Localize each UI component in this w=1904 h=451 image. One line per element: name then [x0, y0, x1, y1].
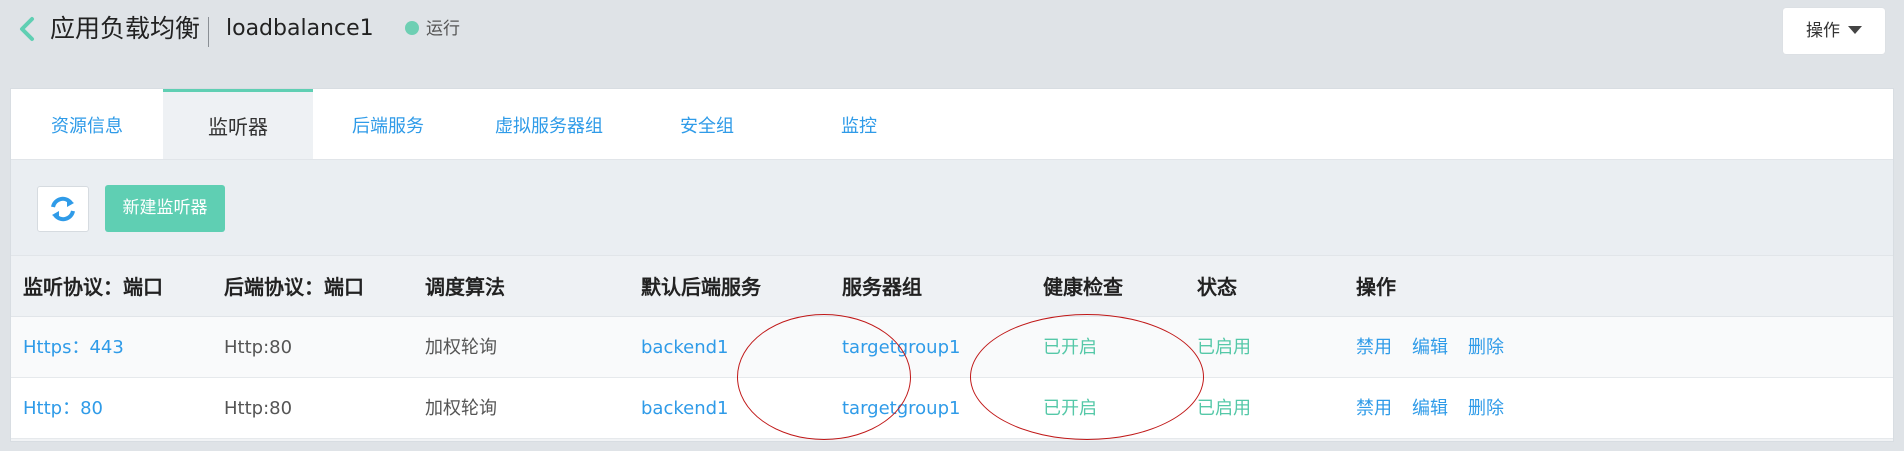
backend-protocol: Http:80 — [224, 398, 293, 419]
column-server-group: 服务器组 — [842, 275, 922, 299]
tab-backend-services[interactable]: 后端服务 — [313, 89, 463, 159]
refresh-button[interactable] — [37, 186, 89, 232]
table-row: Http：80 Http:80 加权轮询 backend1 targetgrou… — [11, 378, 1893, 439]
tab-listeners[interactable]: 监听器 — [163, 89, 313, 159]
backend-protocol: Http:80 — [224, 337, 293, 358]
actions-label: 操作 — [1806, 21, 1840, 41]
tab-bar: 资源信息 监听器 后端服务 虚拟服务器组 安全组 监控 — [11, 89, 1893, 160]
edit-link[interactable]: 编辑 — [1412, 398, 1448, 419]
tab-security-groups[interactable]: 安全组 — [635, 89, 779, 159]
listener-status: 已启用 — [1197, 398, 1251, 419]
chevron-left-icon[interactable] — [16, 14, 40, 44]
row-actions: 禁用 编辑 删除 — [1356, 317, 1524, 379]
disable-link[interactable]: 禁用 — [1356, 398, 1392, 419]
tab-monitoring[interactable]: 监控 — [779, 89, 939, 159]
delete-link[interactable]: 删除 — [1468, 337, 1504, 358]
tab-resource-info[interactable]: 资源信息 — [11, 89, 163, 159]
refresh-icon — [51, 196, 75, 222]
instance-name: loadbalance1 — [226, 16, 374, 41]
default-backend-link[interactable]: backend1 — [641, 378, 729, 440]
caret-down-icon — [1848, 26, 1862, 34]
page-title: 应用负载均衡 — [50, 14, 201, 43]
algorithm: 加权轮询 — [425, 398, 497, 419]
column-default-backend: 默认后端服务 — [641, 275, 761, 299]
status-badge: 运行 — [405, 15, 460, 43]
column-listener-protocol: 监听协议：端口 — [23, 275, 163, 299]
column-health-check: 健康检查 — [1043, 275, 1123, 299]
tab-virtual-server-groups[interactable]: 虚拟服务器组 — [463, 89, 635, 159]
column-status: 状态 — [1197, 275, 1237, 299]
column-backend-protocol: 后端协议：端口 — [224, 275, 364, 299]
server-group-link[interactable]: targetgroup1 — [842, 378, 960, 440]
disable-link[interactable]: 禁用 — [1356, 337, 1392, 358]
title-divider — [208, 17, 209, 47]
listener-protocol-link[interactable]: Http：80 — [23, 378, 103, 440]
algorithm: 加权轮询 — [425, 337, 497, 358]
actions-dropdown-button[interactable]: 操作 — [1783, 8, 1885, 54]
edit-link[interactable]: 编辑 — [1412, 337, 1448, 358]
server-group-link[interactable]: targetgroup1 — [842, 317, 960, 379]
new-listener-button[interactable]: 新建监听器 — [105, 185, 225, 232]
listener-status: 已启用 — [1197, 337, 1251, 358]
table-body: Https：443 Http:80 加权轮询 backend1 targetgr… — [11, 317, 1893, 439]
health-check-status: 已开启 — [1043, 337, 1097, 358]
default-backend-link[interactable]: backend1 — [641, 317, 729, 379]
content-card: 资源信息 监听器 后端服务 虚拟服务器组 安全组 监控 新建监听器 监听协议：端… — [10, 88, 1894, 442]
listener-protocol-link[interactable]: Https：443 — [23, 317, 124, 379]
column-algorithm: 调度算法 — [425, 275, 505, 299]
row-actions: 禁用 编辑 删除 — [1356, 378, 1524, 440]
status-text: 运行 — [426, 19, 460, 39]
page-header: 应用负载均衡 loadbalance1 运行 操作 — [0, 0, 1904, 72]
delete-link[interactable]: 删除 — [1468, 398, 1504, 419]
listener-toolbar: 新建监听器 — [11, 160, 1893, 255]
status-dot-icon — [405, 21, 419, 35]
table-header: 监听协议：端口 后端协议：端口 调度算法 默认后端服务 服务器组 健康检查 状态… — [11, 255, 1893, 317]
table-row: Https：443 Http:80 加权轮询 backend1 targetgr… — [11, 317, 1893, 378]
listener-table: 监听协议：端口 后端协议：端口 调度算法 默认后端服务 服务器组 健康检查 状态… — [11, 255, 1893, 439]
health-check-status: 已开启 — [1043, 398, 1097, 419]
column-actions: 操作 — [1356, 275, 1396, 299]
